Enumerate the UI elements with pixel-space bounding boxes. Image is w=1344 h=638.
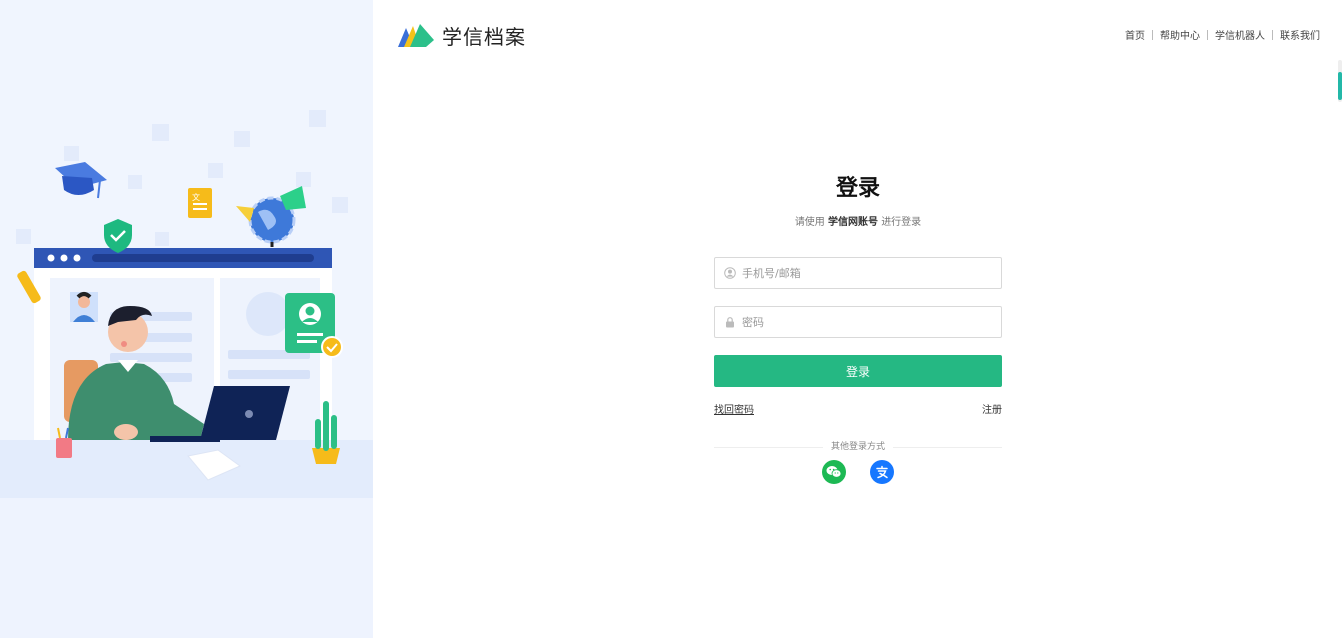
other-methods-label: 其他登录方式 [822, 441, 894, 453]
phone-input[interactable] [742, 258, 997, 288]
brand-name: 学信档案 [442, 24, 526, 49]
subtitle-prefix: 请使用 [794, 217, 825, 228]
lock-icon [726, 317, 734, 328]
wechat-login-button[interactable] [822, 460, 846, 484]
subtitle-account: 学信网账号 [828, 217, 878, 228]
alipay-icon [876, 465, 888, 479]
register-link[interactable]: 注册 [982, 401, 1002, 416]
illustration: 文 [0, 110, 373, 638]
nav-item-home[interactable]: 首页 [1125, 27, 1145, 42]
wechat-icon [826, 466, 842, 478]
forgot-password-link[interactable]: 找回密码 [714, 401, 754, 416]
nav-separator [1152, 29, 1153, 40]
svg-text:文: 文 [192, 192, 200, 202]
subtitle-suffix: 进行登录 [881, 217, 922, 228]
form-links: 找回密码 注册 [714, 401, 1002, 416]
logo-icon [398, 24, 434, 47]
nav-separator [1207, 29, 1208, 40]
user-icon [724, 267, 736, 279]
illustration-panel: 文 [0, 0, 373, 638]
phone-field[interactable] [714, 257, 1002, 289]
top-nav: 首页 帮助中心 学信机器人 联系我们 [1125, 27, 1320, 42]
nav-item-robot[interactable]: 学信机器人 [1215, 27, 1265, 42]
login-form: 登录 请使用 学信网账号 进行登录 登录 找回密码 注册 [714, 172, 1002, 484]
login-button[interactable]: 登录 [714, 355, 1002, 387]
scrollbar-thumb[interactable] [1338, 72, 1342, 100]
other-methods-divider: 其他登录方式 [714, 441, 1002, 453]
social-logins [714, 460, 1002, 484]
login-page: 文 学信档案 首页 帮助中心 学信机器人 联系我们 登录 请使用 学信网账号 进… [0, 0, 1344, 638]
alipay-login-button[interactable] [870, 460, 894, 484]
brand-logo[interactable]: 学信档案 [396, 20, 526, 50]
nav-item-contact[interactable]: 联系我们 [1280, 27, 1320, 42]
nav-item-help[interactable]: 帮助中心 [1160, 27, 1200, 42]
password-input[interactable] [742, 307, 997, 337]
password-field[interactable] [714, 306, 1002, 338]
nav-separator [1272, 29, 1273, 40]
login-title: 登录 [835, 176, 880, 201]
login-subtitle: 请使用 学信网账号 进行登录 [714, 213, 1002, 228]
